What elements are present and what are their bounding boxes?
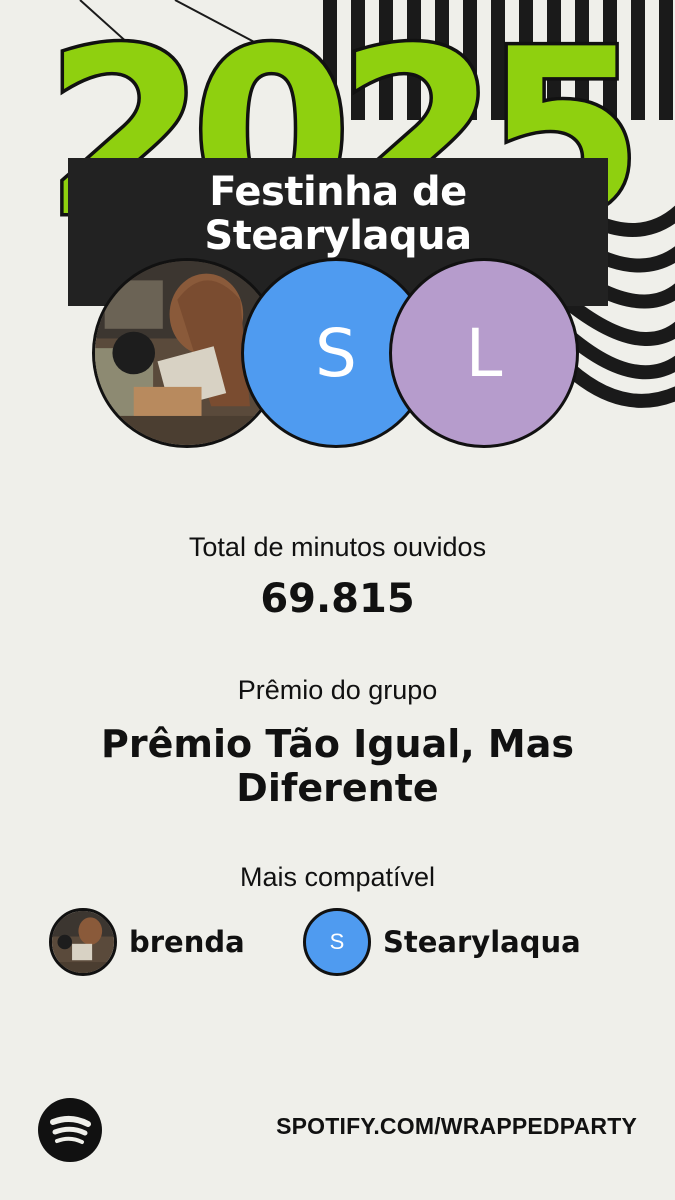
avatar [49, 908, 117, 976]
minutes-value: 69.815 [260, 576, 415, 622]
footer-url-link[interactable]: SPOTIFY.COM/WRAPPEDPARTY [276, 1113, 637, 1140]
spotify-waves-icon [50, 1116, 91, 1144]
party-title-line-2: Stearylaqua [204, 213, 472, 259]
spotify-logo-icon[interactable] [38, 1098, 102, 1162]
award-label: Prêmio do grupo [237, 675, 438, 705]
compatible-user-name: Stearylaqua [383, 925, 581, 959]
user-photo [52, 911, 114, 973]
compatible-user-name: brenda [129, 925, 245, 959]
award-line-1: Prêmio Tão Igual, Mas [101, 722, 574, 766]
compatible-user-brenda: brenda [49, 906, 245, 978]
member-avatar-l: L [389, 258, 579, 448]
compatibility-label: Mais compatível [239, 862, 436, 892]
party-title: Festinha de Stearylaqua [68, 170, 608, 258]
avatar: S [303, 908, 371, 976]
compatible-user-stearylaqua: S Stearylaqua [303, 906, 581, 978]
award-line-2: Diferente [236, 766, 439, 810]
minutes-label: Total de minutos ouvidos [188, 532, 487, 562]
award-value: Prêmio Tão Igual, Mas Diferente [0, 722, 675, 810]
party-title-line-1: Festinha de [209, 169, 467, 215]
